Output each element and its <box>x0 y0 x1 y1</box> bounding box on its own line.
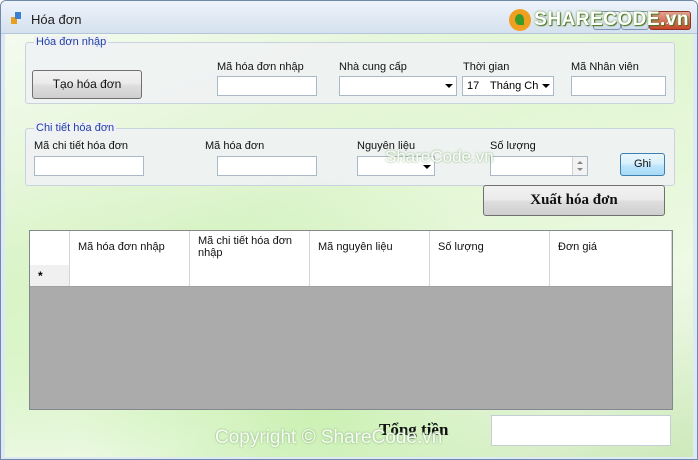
thoi-gian-day: 17 <box>467 80 480 92</box>
form-client-area: Hóa đơn nhập Tạo hóa đơn Mã hóa đơn nhập… <box>5 34 693 457</box>
xuat-hoa-don-button[interactable]: Xuất hóa đơn <box>483 185 665 216</box>
column-header[interactable]: Số lượng <box>430 231 550 265</box>
column-header[interactable]: Đơn giá <box>550 231 672 265</box>
column-header[interactable]: Mã nguyên liệu <box>310 231 430 265</box>
logo-icon <box>509 9 532 31</box>
tong-tien-input[interactable] <box>491 415 671 446</box>
table-cell[interactable] <box>70 265 190 286</box>
hoa-don-nhap-legend: Hóa đơn nhập <box>34 36 109 48</box>
table-cell[interactable] <box>190 265 310 286</box>
ma-chi-tiet-label: Mã chi tiết hóa đơn <box>34 140 129 152</box>
ma-hoa-don-input[interactable] <box>217 156 317 176</box>
ma-nhan-vien-input[interactable] <box>571 76 666 96</box>
ma-hoa-don-label: Mã hóa đơn <box>205 140 265 152</box>
thoi-gian-month: Tháng Ch <box>490 80 539 92</box>
main-window: Hóa đơn X SHARECODE.vn Hóa đơn nhập Tạo … <box>0 0 698 460</box>
app-icon <box>11 12 21 24</box>
window-title: Hóa đơn <box>31 12 82 27</box>
logo-text: SHARECODE.vn <box>534 9 689 31</box>
watermark-center: ShareCode.vn <box>385 147 494 166</box>
ma-chi-tiet-input[interactable] <box>34 156 144 176</box>
chi-tiet-hoa-don-group: Chi tiết hóa đơn Mã chi tiết hóa đơn Mã … <box>25 122 675 186</box>
table-row[interactable]: * <box>30 265 672 287</box>
chi-tiet-hoa-don-legend: Chi tiết hóa đơn <box>34 122 117 134</box>
ghi-button[interactable]: Ghi <box>620 153 665 176</box>
so-luong-label: Số lượng <box>490 140 536 152</box>
table-cell[interactable] <box>550 265 672 286</box>
thoi-gian-label: Thời gian <box>463 61 510 73</box>
sharecode-logo: SHARECODE.vn <box>509 9 689 37</box>
chi-tiet-datagrid[interactable]: Mã hóa đơn nhập Mã chi tiết hóa đơn nhập… <box>29 230 673 410</box>
nha-cung-cap-select[interactable] <box>339 76 457 96</box>
row-header-corner <box>30 231 70 265</box>
stepper-arrows-icon <box>577 161 583 171</box>
thoi-gian-datepicker[interactable]: 17 Tháng Ch <box>462 76 554 96</box>
tao-hoa-don-button[interactable]: Tạo hóa đơn <box>32 70 142 99</box>
nha-cung-cap-label: Nhà cung cấp <box>339 61 407 73</box>
title-bar[interactable]: Hóa đơn X SHARECODE.vn <box>1 1 697 34</box>
calendar-dropdown-icon <box>542 84 550 88</box>
watermark-footer: Copyright © ShareCode.vn <box>215 427 443 448</box>
ma-hoa-don-nhap-label: Mã hóa đơn nhập <box>217 61 304 73</box>
ma-nhan-vien-label: Mã Nhân viên <box>571 61 639 73</box>
table-cell[interactable] <box>310 265 430 286</box>
new-row-marker: * <box>30 265 70 286</box>
column-header[interactable]: Mã hóa đơn nhập <box>70 231 190 265</box>
table-cell[interactable] <box>430 265 550 286</box>
grid-header: Mã hóa đơn nhập Mã chi tiết hóa đơn nhập… <box>30 231 672 266</box>
ma-hoa-don-nhap-input[interactable] <box>217 76 317 96</box>
so-luong-stepper[interactable] <box>490 156 588 176</box>
stepper-buttons[interactable] <box>572 157 587 175</box>
hoa-don-nhap-group: Hóa đơn nhập Tạo hóa đơn Mã hóa đơn nhập… <box>25 36 675 104</box>
column-header[interactable]: Mã chi tiết hóa đơn nhập <box>190 231 310 265</box>
chevron-down-icon <box>445 84 453 88</box>
